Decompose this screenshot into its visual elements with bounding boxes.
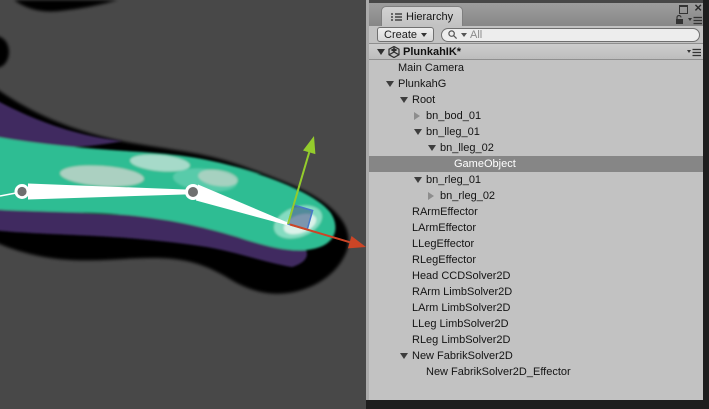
bone-joint-2[interactable] <box>188 187 198 197</box>
create-button-label: Create <box>384 29 417 41</box>
hierarchy-row[interactable]: Head CCDSolver2D <box>369 268 706 284</box>
hierarchy-row[interactable]: bn_lleg_01 <box>369 124 706 140</box>
row-label: bn_rleg_02 <box>440 190 495 202</box>
row-label: bn_bod_01 <box>426 110 481 122</box>
search-icon <box>448 30 458 40</box>
row-label: RArm LimbSolver2D <box>412 286 512 298</box>
scene-menu-icon[interactable] <box>687 48 701 57</box>
row-label: GameObject <box>454 158 516 170</box>
close-icon[interactable]: × <box>694 0 702 15</box>
row-label: LArmEffector <box>412 222 476 234</box>
hierarchy-row[interactable]: bn_lleg_02 <box>369 140 706 156</box>
row-label: Head CCDSolver2D <box>412 270 510 282</box>
row-label: RLeg LimbSolver2D <box>412 334 510 346</box>
scene-name: PlunkahIK* <box>403 46 461 58</box>
unity-logo-icon <box>388 46 400 58</box>
lock-icon[interactable] <box>675 15 684 25</box>
window-bottom-border <box>366 400 709 409</box>
hierarchy-row[interactable]: LArm LimbSolver2D <box>369 300 706 316</box>
hierarchy-row[interactable]: RArm LimbSolver2D <box>369 284 706 300</box>
foldout-expanded-icon[interactable] <box>428 145 436 151</box>
foldout-collapsed-icon[interactable] <box>414 112 420 120</box>
row-label: Root <box>412 94 435 106</box>
hierarchy-row[interactable]: RLegEffector <box>369 252 706 268</box>
pane-menu-icon[interactable] <box>688 16 702 25</box>
row-label: LLeg LimbSolver2D <box>412 318 509 330</box>
hierarchy-row[interactable]: New FabrikSolver2D <box>369 348 706 364</box>
row-label: bn_rleg_01 <box>426 174 481 186</box>
hierarchy-row[interactable]: GameObject <box>369 156 706 172</box>
hierarchy-row[interactable]: LArmEffector <box>369 220 706 236</box>
create-button[interactable]: Create <box>377 27 434 42</box>
row-label: LArm LimbSolver2D <box>412 302 510 314</box>
hierarchy-row[interactable]: RArmEffector <box>369 204 706 220</box>
hierarchy-tab-icon <box>391 12 402 22</box>
hierarchy-row[interactable]: RLeg LimbSolver2D <box>369 332 706 348</box>
restore-window-icon[interactable] <box>679 5 688 14</box>
hierarchy-row[interactable]: PlunkahG <box>369 76 706 92</box>
search-filter-value: All <box>470 29 482 41</box>
row-label: bn_lleg_01 <box>426 126 480 138</box>
hierarchy-row[interactable]: bn_bod_01 <box>369 108 706 124</box>
row-label: RArmEffector <box>412 206 478 218</box>
hierarchy-row[interactable]: Root <box>369 92 706 108</box>
window-right-border <box>703 0 709 409</box>
row-label: New FabrikSolver2D_Effector <box>426 366 571 378</box>
row-label: LLegEffector <box>412 238 474 250</box>
foldout-expanded-icon[interactable] <box>400 97 408 103</box>
foldout-expanded-icon[interactable] <box>414 129 422 135</box>
unity-editor: Hierarchy × Create <box>0 0 709 409</box>
foldout-expanded-icon[interactable] <box>386 81 394 87</box>
row-label: RLegEffector <box>412 254 476 266</box>
hierarchy-row[interactable]: LLeg LimbSolver2D <box>369 316 706 332</box>
hierarchy-row[interactable]: bn_rleg_02 <box>369 188 706 204</box>
foldout-expanded-icon[interactable] <box>414 177 422 183</box>
tab-bar: Hierarchy × <box>369 0 706 26</box>
hierarchy-row[interactable]: LLegEffector <box>369 236 706 252</box>
row-label: bn_lleg_02 <box>440 142 494 154</box>
row-label: Main Camera <box>398 62 464 74</box>
hierarchy-toolbar: Create All <box>369 26 706 44</box>
search-filter-caret-icon[interactable] <box>461 33 467 37</box>
foldout-collapsed-icon[interactable] <box>428 192 434 200</box>
foldout-expanded-icon[interactable] <box>377 49 385 55</box>
search-input[interactable]: All <box>441 28 700 42</box>
hierarchy-row[interactable]: Main Camera <box>369 60 706 76</box>
tab-label: Hierarchy <box>406 11 453 23</box>
tab-hierarchy[interactable]: Hierarchy <box>381 6 463 26</box>
scene-view <box>0 0 366 409</box>
hierarchy-window: Hierarchy × Create <box>366 0 706 400</box>
hierarchy-row[interactable]: bn_rleg_01 <box>369 172 706 188</box>
row-label: New FabrikSolver2D <box>412 350 513 362</box>
chevron-down-icon <box>421 33 427 37</box>
bone-joint-1[interactable] <box>17 187 26 196</box>
hierarchy-row[interactable]: New FabrikSolver2D_Effector <box>369 364 706 380</box>
row-label: PlunkahG <box>398 78 446 90</box>
scene-header[interactable]: PlunkahIK* <box>369 44 706 60</box>
hierarchy-rows: Main Camera PlunkahG Root bn_bod_01 bn_lleg_… <box>369 60 706 400</box>
foldout-expanded-icon[interactable] <box>400 353 408 359</box>
